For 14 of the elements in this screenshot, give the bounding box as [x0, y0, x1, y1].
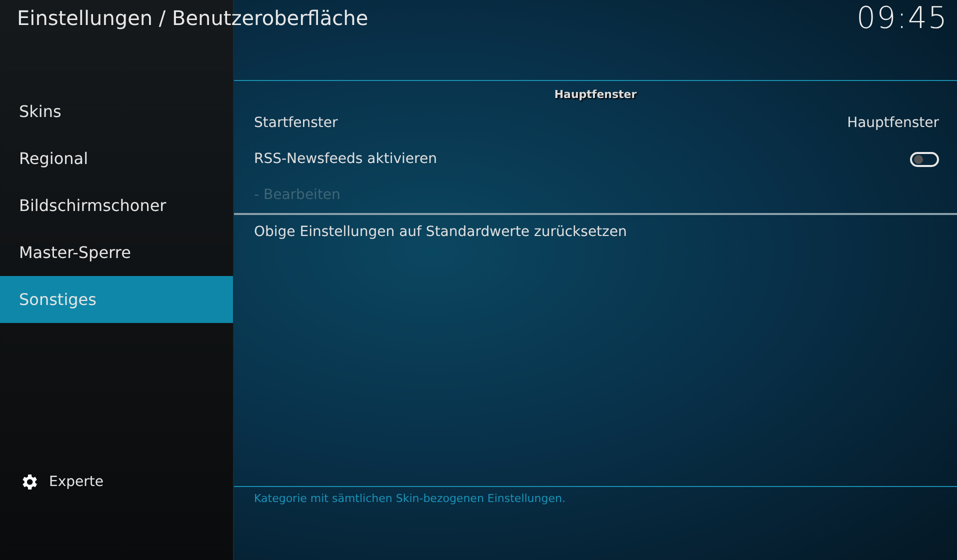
sidebar-item[interactable]: Skins — [0, 88, 233, 135]
level-label[interactable]: Experte — [49, 474, 104, 490]
setting-value[interactable]: Hauptfenster — [847, 115, 939, 131]
sidebar-item[interactable]: Regional — [0, 135, 233, 182]
sidebar-item[interactable]: Bildschirmschoner — [0, 182, 233, 229]
toggle-switch[interactable] — [910, 152, 939, 166]
setting-label[interactable]: RSS-Newsfeeds aktivieren — [254, 151, 437, 167]
sidebar-item[interactable]: Master-Sperre — [0, 229, 233, 276]
setting-label[interactable]: Obige Einstellungen auf Standardwerte zurücksetzen — [254, 224, 627, 240]
window-title: Einstellungen / Benutzeroberfläche — [17, 5, 368, 31]
clock: 09:45 — [856, 0, 949, 38]
section-heading: Hauptfenster — [553, 87, 638, 103]
description-text: Kategorie mit sämtlichen Skin-bezogenen Einstellungen. — [234, 486, 957, 508]
setting-label[interactable]: Startfenster — [254, 115, 338, 131]
